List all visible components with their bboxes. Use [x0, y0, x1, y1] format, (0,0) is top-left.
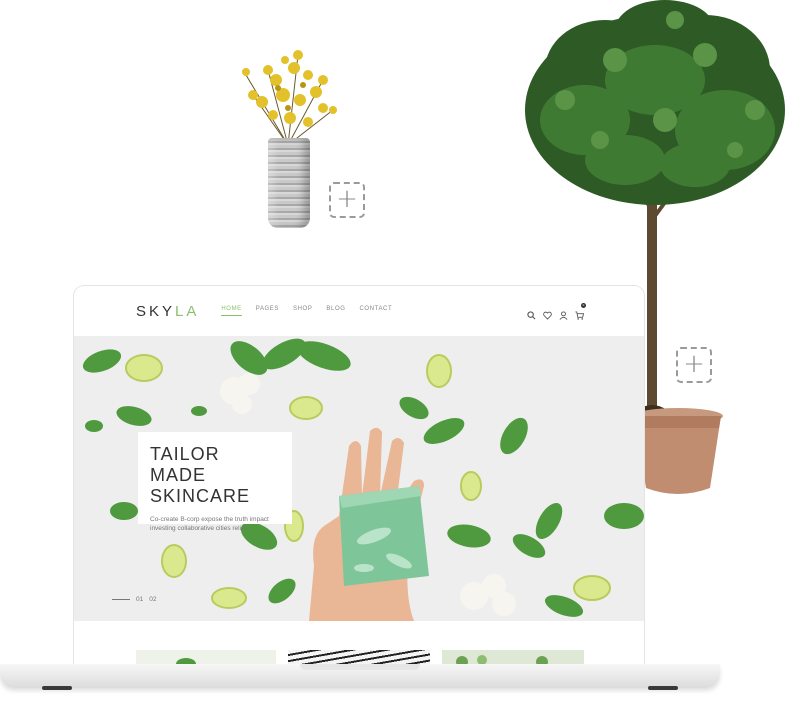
laptop-opening-notch	[300, 664, 420, 670]
cart-count-badge: 0	[581, 302, 586, 308]
search-icon[interactable]	[527, 307, 536, 319]
cart-icon[interactable]: 0	[575, 302, 586, 320]
laptop-foot	[648, 686, 678, 690]
main-nav: HOME PAGES SHOP BLOG CONTACT	[221, 306, 392, 316]
site-logo[interactable]: SKYLA	[136, 303, 199, 320]
hero-title-line1: TAILOR MADE	[150, 444, 220, 485]
vase	[268, 138, 310, 228]
logo-accent-text: LA	[175, 302, 200, 320]
site-header: SKYLA HOME PAGES SHOP BLOG CONTACT 0	[74, 286, 644, 336]
user-icon[interactable]	[559, 307, 568, 320]
hero-banner: TAILOR MADE SKINCARE Co-create B-corp ex…	[74, 336, 644, 621]
logo-text: SKY	[136, 302, 176, 320]
nav-item-blog[interactable]: BLOG	[326, 306, 345, 316]
slider-pagination: 01 02	[112, 596, 156, 603]
plus-icon: +	[336, 184, 358, 214]
nav-item-contact[interactable]: CONTACT	[360, 306, 393, 316]
yellow-flowers-illustration	[242, 50, 337, 146]
header-icons: 0	[527, 302, 586, 320]
hero-title-line2: SKINCARE	[150, 486, 251, 506]
nav-item-home[interactable]: HOME	[221, 306, 242, 316]
slide-number-current[interactable]: 01	[136, 596, 143, 603]
nav-item-shop[interactable]: SHOP	[293, 306, 312, 316]
hotspot-plus-button[interactable]: +	[329, 182, 365, 218]
slider-active-line	[112, 599, 130, 600]
hero-text-card: TAILOR MADE SKINCARE Co-create B-corp ex…	[138, 432, 292, 532]
plus-icon: +	[683, 349, 705, 379]
heart-icon[interactable]	[543, 307, 552, 320]
nav-item-pages[interactable]: PAGES	[256, 306, 279, 316]
product-row	[74, 621, 644, 666]
laptop-foot	[42, 686, 72, 690]
laptop-screen: SKYLA HOME PAGES SHOP BLOG CONTACT 0 TAI…	[74, 286, 644, 666]
hero-title: TAILOR MADE SKINCARE	[150, 444, 280, 507]
hotspot-plus-button[interactable]: +	[676, 347, 712, 383]
slide-number-next[interactable]: 02	[149, 596, 156, 603]
hero-description: Co-create B-corp expose the truth impact…	[150, 516, 269, 532]
